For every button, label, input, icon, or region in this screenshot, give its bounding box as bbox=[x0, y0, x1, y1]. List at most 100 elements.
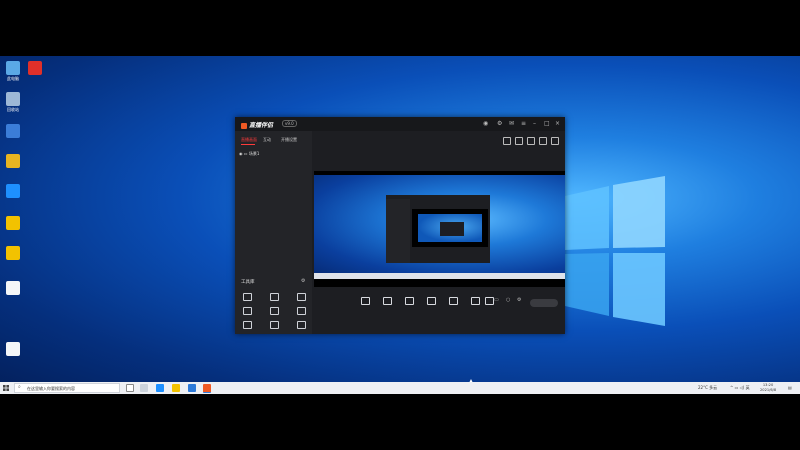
go-live-button[interactable] bbox=[530, 299, 558, 307]
search-icon: ⌕ bbox=[18, 384, 21, 390]
maximize-icon[interactable]: □ bbox=[544, 120, 550, 127]
app-icon bbox=[6, 124, 20, 138]
tool-item[interactable] bbox=[291, 307, 311, 317]
tool-icon bbox=[269, 321, 279, 329]
tool-icon bbox=[242, 307, 252, 315]
desktop-icon-label: 回收站 bbox=[7, 107, 19, 112]
live-preview bbox=[314, 171, 565, 287]
preview-app-sidebar bbox=[386, 199, 410, 263]
desktop-icon[interactable] bbox=[3, 342, 23, 357]
eye-icon[interactable]: ◉ bbox=[239, 151, 243, 156]
taskbar-edge-icon[interactable] bbox=[156, 384, 164, 392]
active-tab-indicator bbox=[241, 144, 255, 145]
tool-item[interactable] bbox=[237, 293, 257, 303]
preview-nested-desktop bbox=[418, 214, 482, 242]
chat-icon[interactable] bbox=[539, 137, 547, 145]
desktop-icon[interactable]: 此电脑 bbox=[3, 61, 23, 81]
home-icon[interactable] bbox=[515, 137, 523, 145]
screen-icon[interactable] bbox=[527, 137, 535, 145]
control-button[interactable] bbox=[442, 297, 464, 307]
clock-date: 2021/6/8 bbox=[760, 388, 777, 392]
taskbar-clock[interactable]: 13:20 2021/6/8 bbox=[760, 383, 776, 393]
tool-icon bbox=[269, 293, 279, 301]
tool-item[interactable] bbox=[264, 293, 284, 303]
live-companion-window: 直播伴侣 v9.0 ◉ ⚙ ✉ ≡ – □ × 直播画面 互动 开播设置 ◉ ▭… bbox=[235, 117, 565, 334]
tool-item[interactable] bbox=[264, 321, 284, 331]
record-icon[interactable]: ○ bbox=[506, 297, 510, 304]
desktop-icon[interactable] bbox=[3, 154, 23, 169]
notification-icon[interactable]: ▤ bbox=[788, 384, 792, 392]
app-icon bbox=[6, 92, 20, 106]
share-icon[interactable] bbox=[551, 137, 559, 145]
room-icon[interactable] bbox=[503, 137, 511, 145]
desktop-icon[interactable] bbox=[3, 184, 23, 199]
taskbar-cortana-icon[interactable] bbox=[126, 384, 134, 392]
tab-interact[interactable]: 互动 bbox=[263, 137, 271, 143]
windows-taskbar: 在这里输入你要搜索的内容 ⌕ 22°C 多云 ^ ▭ ◁) 英 13:20 202… bbox=[0, 382, 800, 394]
windows-desktop: 此电脑回收站 直播伴侣 v9.0 ◉ ⚙ ✉ ≡ – □ × 直播画面 互动 开… bbox=[0, 56, 800, 394]
desktop-icon[interactable] bbox=[3, 216, 23, 231]
preview-app-screen bbox=[412, 209, 488, 247]
tool-item[interactable] bbox=[264, 307, 284, 317]
message-icon[interactable]: ✉ bbox=[509, 120, 514, 127]
app-icon bbox=[6, 246, 20, 260]
desktop-icon[interactable] bbox=[25, 61, 45, 76]
control-icon bbox=[484, 297, 494, 305]
control-icon bbox=[382, 297, 392, 305]
taskbar-store-icon[interactable] bbox=[188, 384, 196, 392]
menu-icon[interactable]: ≡ bbox=[521, 120, 526, 127]
taskbar-taskview-icon[interactable] bbox=[140, 384, 148, 392]
settings-icon[interactable]: ⚙ bbox=[497, 120, 502, 127]
app-icon bbox=[6, 216, 20, 230]
desktop-icon[interactable] bbox=[3, 281, 23, 296]
tool-icon bbox=[296, 321, 306, 329]
scene-label: 场景1 bbox=[248, 151, 260, 156]
tool-item[interactable] bbox=[291, 293, 311, 303]
control-button[interactable] bbox=[420, 297, 442, 307]
desktop-icon[interactable] bbox=[3, 246, 23, 261]
tool-icon bbox=[242, 293, 252, 301]
app-icon bbox=[6, 342, 20, 356]
tab-live-scene[interactable]: 直播画面 bbox=[241, 137, 257, 143]
tools-settings-icon[interactable]: ⚙ bbox=[301, 278, 305, 285]
scene-item[interactable]: ◉ ▭ 场景1 bbox=[239, 151, 259, 157]
letterbox-top bbox=[0, 0, 800, 56]
tool-item[interactable] bbox=[237, 321, 257, 331]
tray-icons[interactable]: ^ ▭ ◁) 英 bbox=[730, 384, 750, 392]
control-icon bbox=[360, 297, 370, 305]
app-icon bbox=[6, 184, 20, 198]
app-titlebar: 直播伴侣 v9.0 ◉ ⚙ ✉ ≡ – □ × bbox=[235, 117, 565, 131]
start-icon[interactable] bbox=[3, 385, 9, 391]
close-icon[interactable]: × bbox=[555, 120, 560, 127]
tool-icon bbox=[269, 307, 279, 315]
control-icon bbox=[448, 297, 458, 305]
app-icon bbox=[6, 61, 20, 75]
avatar-icon[interactable]: ◉ bbox=[483, 120, 488, 127]
brand-logo-icon bbox=[241, 122, 247, 129]
tool-icon bbox=[242, 321, 252, 329]
control-button[interactable] bbox=[354, 297, 376, 307]
version-badge[interactable]: v9.0 bbox=[282, 120, 297, 127]
weather-widget[interactable]: 22°C 多云 bbox=[698, 384, 717, 392]
preview-nested-window bbox=[440, 222, 464, 236]
control-button[interactable] bbox=[376, 297, 398, 307]
control-icon bbox=[426, 297, 436, 305]
desktop-icon[interactable] bbox=[3, 124, 23, 139]
minimize-icon[interactable]: – bbox=[533, 120, 536, 127]
camera-icon[interactable]: ▭ bbox=[494, 297, 499, 304]
tool-icon bbox=[296, 307, 306, 315]
control-icon bbox=[404, 297, 414, 305]
monitor-icon: ▭ bbox=[243, 151, 248, 156]
taskbar-live-app-icon[interactable] bbox=[203, 384, 211, 393]
gear-icon[interactable]: ⚙ bbox=[517, 297, 521, 304]
tool-item[interactable] bbox=[291, 321, 311, 331]
tool-item[interactable] bbox=[237, 307, 257, 317]
taskbar-explorer-icon[interactable] bbox=[172, 384, 180, 392]
preview-taskbar bbox=[314, 273, 565, 279]
tab-stream-settings[interactable]: 开播设置 bbox=[281, 137, 297, 143]
desktop-icon[interactable]: 回收站 bbox=[3, 92, 23, 112]
taskbar-search-input[interactable]: 在这里输入你要搜索的内容 bbox=[14, 383, 120, 393]
app-brand: 直播伴侣 bbox=[241, 120, 273, 129]
control-button[interactable] bbox=[398, 297, 420, 307]
app-sidebar: 直播画面 互动 开播设置 ◉ ▭ 场景1 工具库 ⚙ bbox=[235, 131, 312, 334]
